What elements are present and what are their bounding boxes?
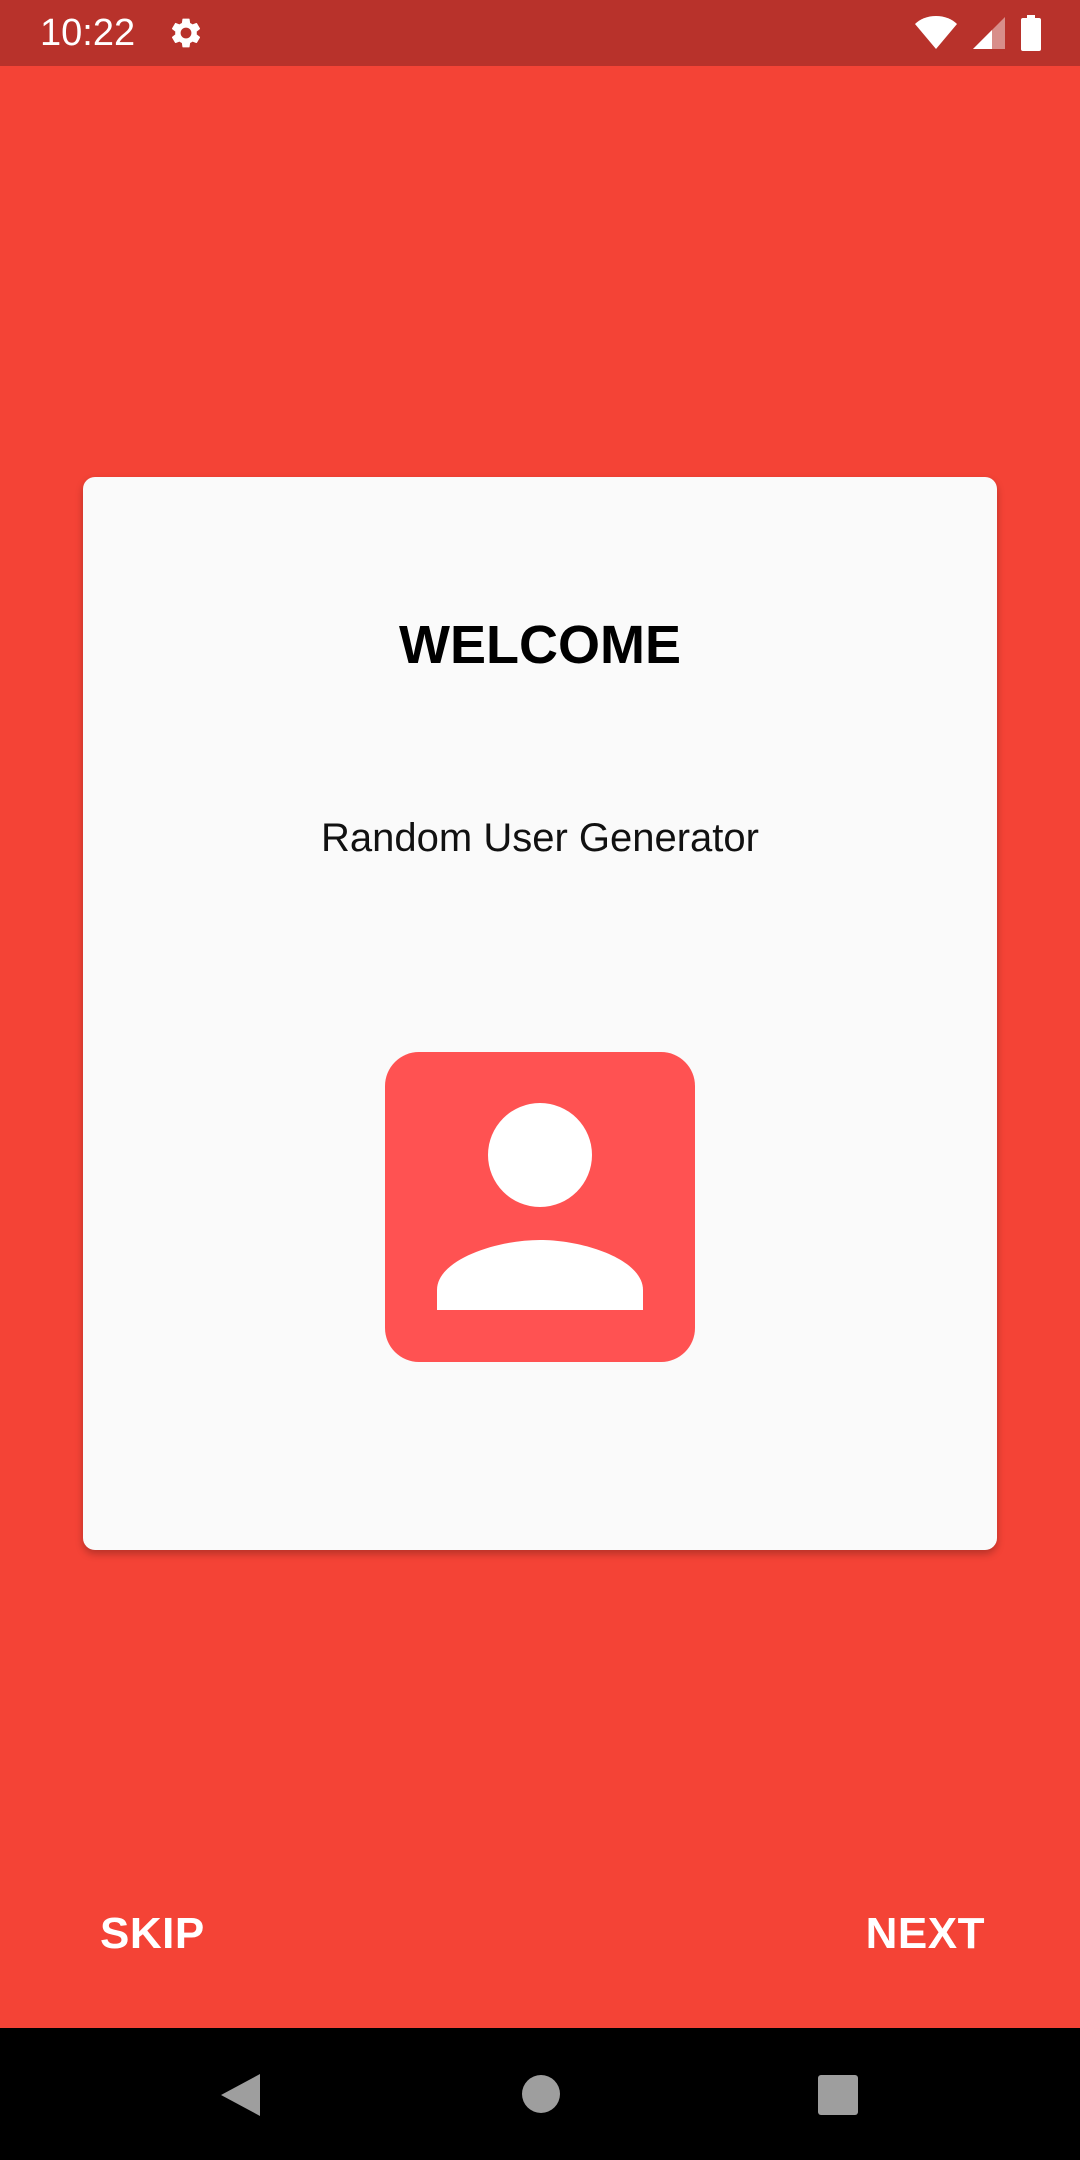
- status-icons: [914, 14, 1042, 52]
- status-bar: 10:22: [0, 0, 1080, 66]
- recents-square-icon[interactable]: [817, 2074, 859, 2116]
- next-button[interactable]: NEXT: [866, 1906, 985, 1962]
- navigation-bar: [0, 2028, 1080, 2160]
- cellular-signal-icon: [972, 16, 1006, 50]
- back-triangle-icon[interactable]: [219, 2072, 261, 2118]
- app-subtitle: Random User Generator: [321, 816, 759, 860]
- status-time: 10:22: [40, 12, 136, 54]
- account-box-icon: [385, 1052, 695, 1362]
- battery-icon: [1020, 15, 1042, 51]
- skip-button[interactable]: SKIP: [100, 1906, 205, 1962]
- settings-gear-icon: [168, 15, 204, 51]
- home-circle-icon[interactable]: [521, 2074, 561, 2114]
- wifi-icon: [914, 15, 958, 51]
- welcome-title: WELCOME: [399, 615, 681, 675]
